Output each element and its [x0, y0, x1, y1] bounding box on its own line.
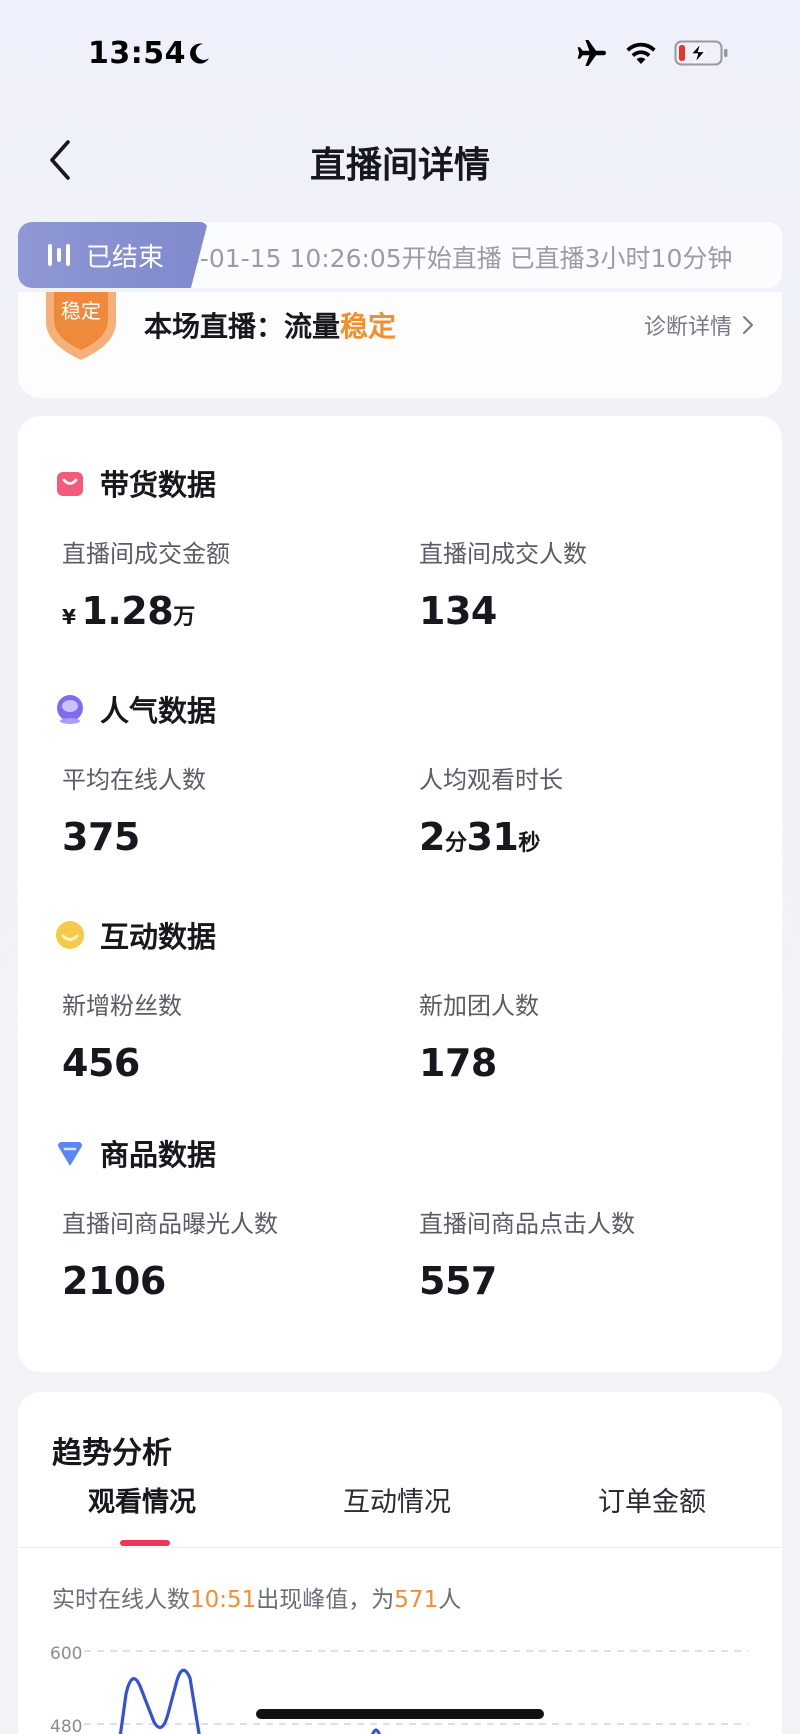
- metric-label: 新增粉丝数: [62, 992, 182, 1020]
- live-bars-icon: [48, 244, 70, 266]
- wifi-icon: [626, 42, 656, 64]
- nav-bar: 直播间详情: [0, 120, 800, 200]
- metric-value: 375: [62, 815, 140, 859]
- chat-bubble-icon: [56, 921, 84, 949]
- airplane-icon: [577, 40, 606, 66]
- metric-product-clicks: 直播间商品点击人数 557: [419, 1204, 759, 1303]
- y-tick-label: 480: [50, 1717, 82, 1734]
- trend-tabs: 观看情况 互动情况 订单金额: [18, 1480, 782, 1548]
- metric-sales-buyers: 直播间成交人数 134: [419, 534, 759, 633]
- metric-unit: 万: [173, 605, 195, 630]
- metric-value: 2分31秒: [419, 815, 759, 859]
- diagnosis-prefix: 本场直播：流量: [144, 310, 341, 343]
- shield-badge-text: 稳定: [61, 299, 101, 323]
- diagnosis-detail-link[interactable]: 诊断详情: [644, 309, 754, 341]
- live-status-label: 已结束: [86, 242, 165, 273]
- diagnosis-summary: 本场直播：流量稳定: [144, 305, 396, 345]
- data-card: 带货数据 直播间成交金额 ¥1.28万 直播间成交人数 134 人气数据 平均在…: [18, 416, 782, 1372]
- metric-label: 平均在线人数: [62, 766, 206, 794]
- tab-order-amount[interactable]: 订单金额: [598, 1480, 706, 1519]
- diagnosis-card: 稳定 本场直播：流量稳定 诊断详情: [18, 292, 782, 398]
- section-header: 带货数据: [54, 462, 216, 504]
- trend-title: 趋势分析: [52, 1436, 172, 1471]
- section-title: 商品数据: [100, 1138, 217, 1172]
- shopping-bag-icon: [57, 472, 83, 496]
- metric-avg-watch-time: 人均观看时长 2分31秒: [419, 760, 759, 859]
- metric-value: 557: [419, 1259, 497, 1303]
- seconds-unit: 秒: [518, 831, 540, 856]
- metric-label: 直播间商品曝光人数: [62, 1210, 278, 1238]
- diagnosis-link-label: 诊断详情: [643, 315, 732, 340]
- metric-new-fans: 新增粉丝数 456: [62, 986, 402, 1085]
- peak-summary: 实时在线人数10:51出现峰值，为571人: [52, 1580, 461, 1614]
- moon-icon: [190, 43, 209, 64]
- page-title: 直播间详情: [309, 145, 490, 186]
- metric-new-group-members: 新加团人数 178: [419, 986, 759, 1085]
- minutes-unit: 分: [444, 831, 467, 856]
- peak-time: 10:51: [190, 1587, 257, 1613]
- metric-minutes: 2: [419, 815, 445, 859]
- metric-label: 直播间成交人数: [419, 540, 587, 568]
- section-header: 商品数据: [54, 1132, 216, 1174]
- diamond-icon: [58, 1142, 82, 1166]
- status-icons: [576, 38, 730, 68]
- metric-value: 178: [419, 1041, 497, 1085]
- stable-shield-badge: 稳定: [46, 292, 116, 360]
- peak-suffix: 人: [438, 1587, 462, 1613]
- avatar-icon: [57, 695, 83, 724]
- tab-viewing[interactable]: 观看情况: [88, 1480, 196, 1519]
- section-title: 互动数据: [100, 920, 217, 954]
- live-status-badge: 已结束: [18, 222, 208, 288]
- peak-value: 571: [394, 1587, 439, 1613]
- peak-prefix: 实时在线人数: [52, 1587, 190, 1613]
- metric-label: 直播间成交金额: [62, 540, 230, 568]
- metric-number: 1.28: [81, 589, 174, 633]
- section-title: 带货数据: [100, 468, 217, 502]
- home-indicator: [256, 1709, 544, 1719]
- status-time: 13:54: [88, 36, 186, 71]
- chevron-right-icon: [743, 316, 753, 334]
- metric-value: 134: [419, 589, 497, 633]
- section-header: 互动数据: [54, 914, 216, 956]
- live-info-text: 24-01-15 10:26:05开始直播 已直播3小时10分钟: [168, 244, 733, 273]
- metric-value: ¥1.28万: [62, 589, 402, 633]
- currency-symbol: ¥: [62, 605, 76, 629]
- status-bar: 13:54: [0, 0, 800, 110]
- diagnosis-highlight: 稳定: [340, 310, 397, 343]
- metric-label: 直播间商品点击人数: [419, 1210, 635, 1238]
- metric-seconds: 31: [466, 815, 519, 859]
- metric-sales-amount: 直播间成交金额 ¥1.28万: [62, 534, 402, 633]
- metric-value: 2106: [62, 1259, 166, 1303]
- peak-mid: 出现峰值，为: [256, 1587, 395, 1613]
- active-tab-indicator: [120, 1540, 170, 1546]
- section-title: 人气数据: [100, 694, 217, 728]
- metric-avg-online: 平均在线人数 375: [62, 760, 402, 859]
- battery-charging-icon: [674, 40, 728, 66]
- trend-card: 趋势分析 观看情况 互动情况 订单金额 实时在线人数10:51出现峰值，为571…: [18, 1392, 782, 1734]
- metric-product-exposure: 直播间商品曝光人数 2106: [62, 1204, 402, 1303]
- metric-label: 人均观看时长: [419, 766, 563, 794]
- section-header: 人气数据: [54, 688, 216, 730]
- y-tick-label: 600: [50, 1644, 82, 1664]
- metric-value: 456: [62, 1041, 140, 1085]
- metric-label: 新加团人数: [419, 992, 539, 1020]
- tab-interaction[interactable]: 互动情况: [343, 1480, 451, 1519]
- trend-line: [371, 1728, 381, 1734]
